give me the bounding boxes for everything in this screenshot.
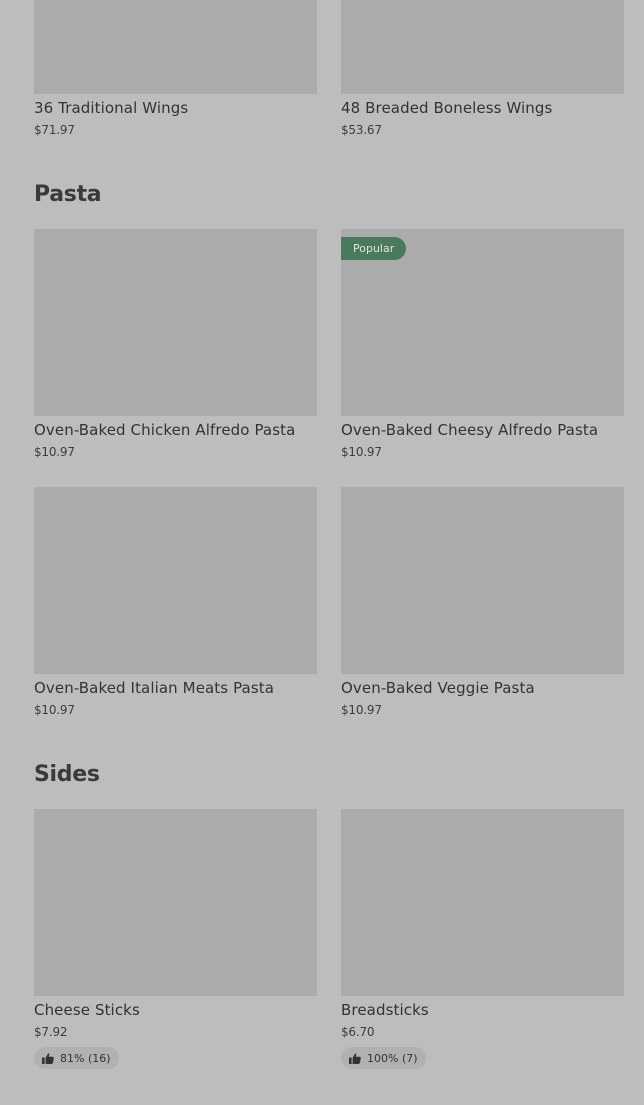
rating-pill: 81% (16) (34, 1047, 119, 1069)
popular-badge: Popular (341, 237, 407, 260)
menu-item-price: $10.97 (341, 445, 382, 459)
thumbs-up-icon (349, 1052, 361, 1064)
rating-text: 100% (7) (367, 1051, 418, 1065)
menu-item-name: Breadsticks (341, 1001, 429, 1019)
menu-item-image[interactable] (341, 0, 624, 94)
menu-item-image[interactable] (34, 809, 317, 996)
menu-item-name: Oven-Baked Chicken Alfredo Pasta (34, 421, 296, 439)
menu-item-card[interactable]: Popular Oven-Baked Cheesy Alfredo Pasta … (341, 229, 624, 469)
menu-item-image[interactable] (34, 487, 317, 674)
menu-item-name: Oven-Baked Italian Meats Pasta (34, 679, 275, 697)
menu-item-price: $7.92 (34, 1025, 68, 1039)
menu-item-name: Oven-Baked Cheesy Alfredo Pasta (341, 421, 599, 439)
menu-item-image[interactable] (341, 809, 624, 996)
section-heading-sides: Sides (34, 762, 100, 787)
menu-page: 36 Traditional Wings $71.97 48 Breaded B… (0, 0, 644, 1105)
menu-item-card[interactable]: Oven-Baked Chicken Alfredo Pasta $10.97 (34, 229, 317, 469)
menu-item-price: $10.97 (34, 703, 75, 717)
menu-item-name: 48 Breaded Boneless Wings (341, 99, 553, 117)
rating-text: 81% (16) (60, 1051, 111, 1065)
section-heading-pasta: Pasta (34, 182, 102, 207)
menu-item-card[interactable]: 36 Traditional Wings $71.97 (34, 0, 317, 145)
menu-item-card[interactable]: Breadsticks $6.70 100% (7) (341, 809, 624, 1074)
menu-item-image[interactable] (34, 0, 317, 94)
menu-item-card[interactable]: Cheese Sticks $7.92 81% (16) (34, 809, 317, 1074)
rating-pill: 100% (7) (341, 1047, 426, 1069)
menu-item-card[interactable]: Oven-Baked Italian Meats Pasta $10.97 (34, 487, 317, 727)
menu-item-name: 36 Traditional Wings (34, 99, 189, 117)
menu-item-name: Cheese Sticks (34, 1001, 140, 1019)
menu-item-card[interactable]: Oven-Baked Veggie Pasta $10.97 (341, 487, 624, 727)
thumbs-up-icon (42, 1052, 54, 1064)
menu-item-price: $10.97 (341, 703, 382, 717)
menu-item-price: $6.70 (341, 1025, 375, 1039)
menu-item-image[interactable] (341, 487, 624, 674)
menu-item-card[interactable]: 48 Breaded Boneless Wings $53.67 (341, 0, 624, 145)
menu-item-price: $71.97 (34, 123, 75, 137)
menu-item-price: $10.97 (34, 445, 75, 459)
menu-item-name: Oven-Baked Veggie Pasta (341, 679, 535, 697)
menu-item-price: $53.67 (341, 123, 382, 137)
menu-item-image[interactable] (34, 229, 317, 416)
